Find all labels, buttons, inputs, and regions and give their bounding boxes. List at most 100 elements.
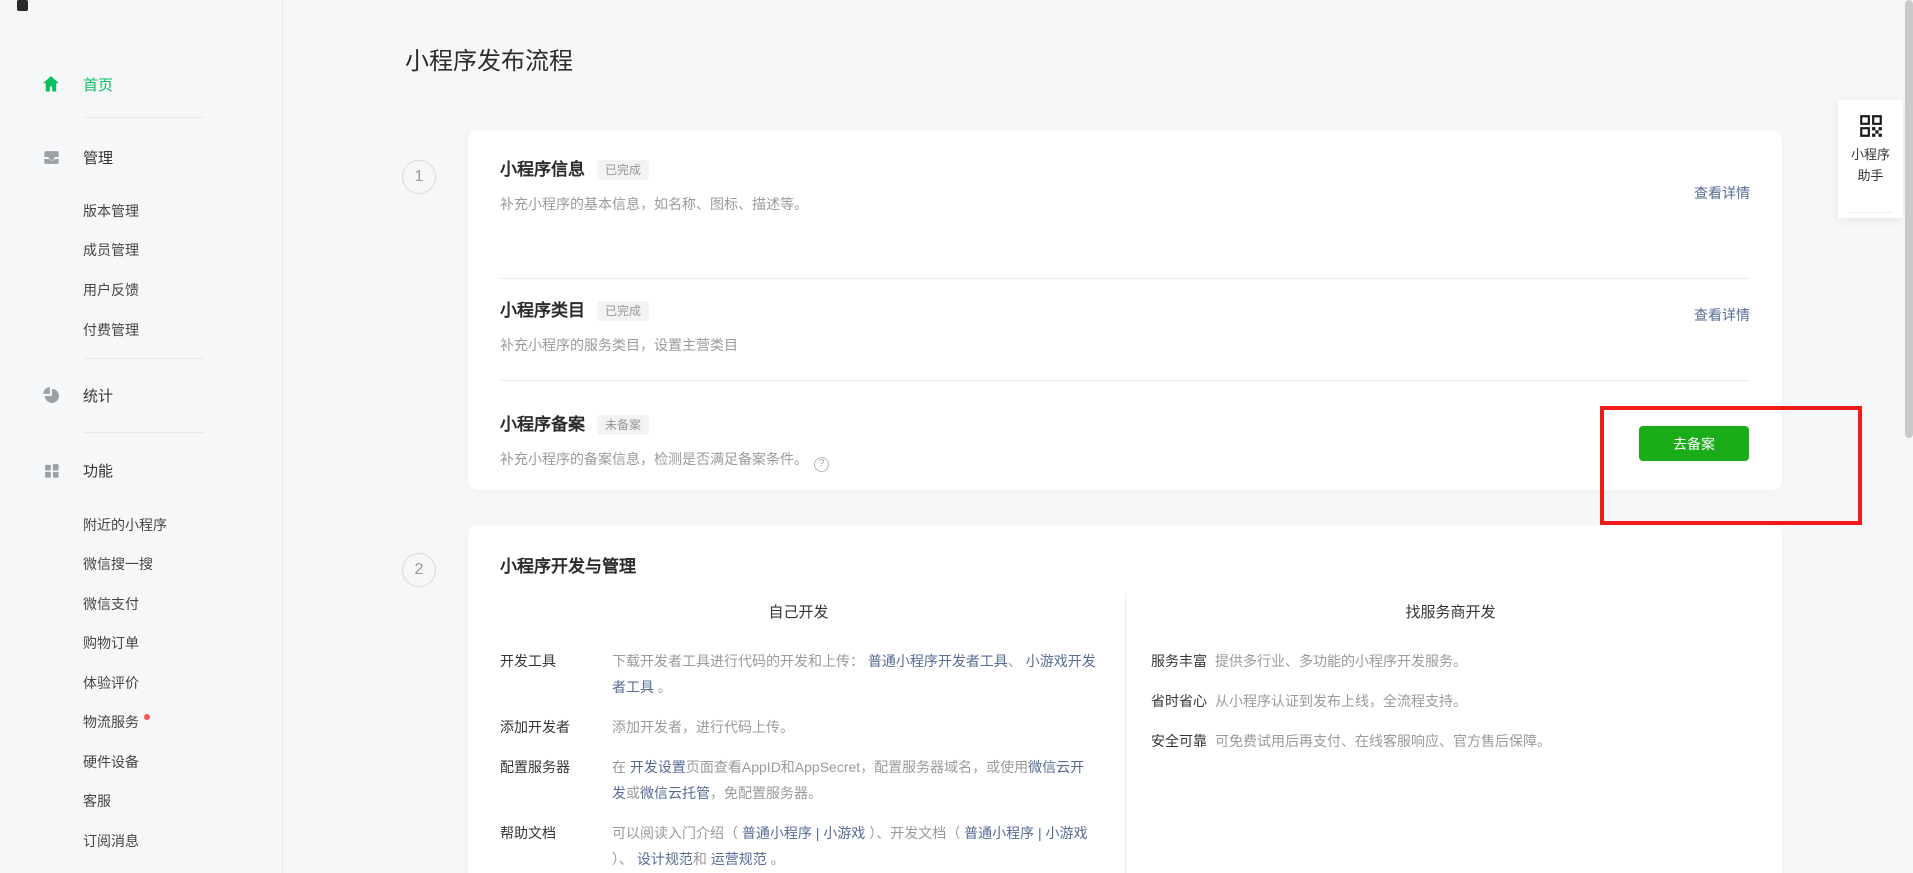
row-desc-text: 补充小程序的备案信息，检测是否满足备案条件。	[500, 451, 808, 467]
assistant-divider	[1848, 212, 1893, 213]
info-desc: 从小程序认证到发布上线，全流程支持。	[1215, 688, 1750, 714]
self-develop-column: 自己开发 开发工具 下载开发者工具进行代码的开发和上传： 普通小程序开发者工具、…	[500, 593, 1125, 873]
info-desc: 添加开发者，进行代码上传。	[612, 714, 1097, 740]
sidebar-sub-label: 订阅消息	[83, 831, 139, 851]
row-desc: 补充小程序的服务类目，设置主营类目	[500, 335, 1750, 355]
inline-link[interactable]: 设计规范	[637, 851, 693, 867]
sidebar-item-experience-review[interactable]: 体验评价	[83, 673, 139, 693]
sidebar-item-home[interactable]: 首页	[0, 71, 283, 97]
assistant-label-line2: 助手	[1857, 165, 1883, 186]
row-desc: 补充小程序的备案信息，检测是否满足备案条件。?	[500, 449, 1750, 472]
save-time-row: 省时省心 从小程序认证到发布上线，全流程支持。	[1151, 688, 1750, 714]
sidebar-item-customer-service[interactable]: 客服	[83, 791, 111, 811]
miniprogram-info-row: 小程序信息 已完成 补充小程序的基本信息，如名称、图标、描述等。 查看详情	[500, 130, 1750, 278]
inline-link[interactable]: 微信云托管	[640, 785, 710, 801]
row-title: 小程序类目 已完成	[500, 299, 1750, 323]
info-label: 帮助文档	[500, 820, 612, 872]
sidebar-item-logistics-service[interactable]: 物流服务	[83, 712, 150, 732]
sidebar-item-label: 首页	[83, 74, 113, 95]
view-details-link[interactable]: 查看详情	[1694, 305, 1750, 325]
sidebar: 首页 管理 版本管理 成员管理 用户反馈 付费管理 统计 功能 附近的小程	[0, 0, 283, 873]
rich-service-row: 服务丰富 提供多行业、多功能的小程序开发服务。	[1151, 648, 1750, 674]
sidebar-item-label: 功能	[83, 460, 113, 481]
sidebar-divider	[84, 432, 204, 433]
sidebar-sub-label: 物流服务	[83, 712, 139, 732]
inline-link[interactable]: 普通小程序开发者工具	[868, 653, 1008, 669]
sidebar-sub-label: 体验评价	[83, 673, 139, 693]
step2-card: 小程序开发与管理 自己开发 开发工具 下载开发者工具进行代码的开发和上传： 普通…	[468, 525, 1782, 873]
sidebar-sub-label: 微信搜一搜	[83, 554, 153, 574]
step2-title: 小程序开发与管理	[500, 525, 1750, 579]
miniprogram-info-title: 小程序信息	[500, 158, 585, 182]
sidebar-item-features[interactable]: 功能	[0, 457, 283, 483]
go-beian-button[interactable]: 去备案	[1639, 426, 1749, 461]
inbox-icon	[41, 147, 61, 167]
info-desc: 在 开发设置页面查看AppID和AppSecret，配置服务器域名，或使用微信云…	[612, 754, 1097, 806]
home-icon	[41, 74, 61, 94]
step-number-1: 1	[402, 160, 436, 194]
app-root: 首页 管理 版本管理 成员管理 用户反馈 付费管理 统计 功能 附近的小程	[0, 0, 1913, 873]
status-badge: 未备案	[597, 415, 649, 435]
view-details-link[interactable]: 查看详情	[1694, 183, 1750, 203]
config-server-row: 配置服务器 在 开发设置页面查看AppID和AppSecret，配置服务器域名，…	[500, 754, 1097, 806]
info-desc: 可免费试用后再支付、在线客服响应、官方售后保障。	[1215, 728, 1750, 754]
sidebar-item-nearby-miniprogram[interactable]: 附近的小程序	[83, 515, 167, 535]
inline-link[interactable]: 开发设置	[630, 759, 686, 775]
sidebar-item-user-feedback[interactable]: 用户反馈	[83, 280, 139, 300]
row-title: 小程序备案 未备案	[500, 413, 1750, 437]
assistant-label-line1: 小程序	[1851, 144, 1890, 165]
dev-columns: 自己开发 开发工具 下载开发者工具进行代码的开发和上传： 普通小程序开发者工具、…	[500, 593, 1750, 873]
info-label: 配置服务器	[500, 754, 612, 806]
sidebar-item-label: 管理	[83, 147, 113, 168]
inline-link[interactable]: 普通小程序 | 小游戏	[964, 825, 1087, 841]
sidebar-sub-label: 客服	[83, 791, 111, 811]
sidebar-sub-label: 微信支付	[83, 594, 139, 614]
help-icon[interactable]: ?	[814, 457, 829, 472]
help-docs-row: 帮助文档 可以阅读入门介绍（ 普通小程序 | 小游戏 ）、开发文档（ 普通小程序…	[500, 820, 1097, 872]
miniprogram-assistant-panel[interactable]: 小程序 助手	[1838, 100, 1903, 218]
sidebar-sub-label: 附近的小程序	[83, 515, 167, 535]
sidebar-item-manage[interactable]: 管理	[0, 144, 283, 170]
sidebar-item-wechat-search[interactable]: 微信搜一搜	[83, 554, 153, 574]
miniprogram-category-row: 小程序类目 已完成 补充小程序的服务类目，设置主营类目 查看详情	[500, 278, 1750, 380]
sidebar-item-version-manage[interactable]: 版本管理	[83, 201, 139, 221]
add-developer-row: 添加开发者 添加开发者，进行代码上传。	[500, 714, 1097, 740]
inline-link[interactable]: 普通小程序 | 小游戏	[742, 825, 865, 841]
sidebar-item-subscribe-message[interactable]: 订阅消息	[83, 831, 139, 851]
sidebar-divider	[84, 358, 204, 359]
sidebar-item-shopping-orders[interactable]: 购物订单	[83, 633, 139, 653]
miniprogram-category-title: 小程序类目	[500, 299, 585, 323]
sidebar-sub-label: 成员管理	[83, 240, 139, 260]
sidebar-item-member-manage[interactable]: 成员管理	[83, 240, 139, 260]
service-provider-column: 找服务商开发 服务丰富 提供多行业、多功能的小程序开发服务。 省时省心 从小程序…	[1125, 593, 1750, 873]
sidebar-item-label: 统计	[83, 385, 113, 406]
sidebar-sub-label: 购物订单	[83, 633, 139, 653]
sidebar-item-hardware-device[interactable]: 硬件设备	[83, 752, 139, 772]
status-badge: 已完成	[597, 160, 649, 180]
sidebar-item-wechat-pay[interactable]: 微信支付	[83, 594, 139, 614]
row-desc: 补充小程序的基本信息，如名称、图标、描述等。	[500, 194, 1750, 214]
info-label: 服务丰富	[1151, 648, 1215, 674]
sidebar-divider	[84, 117, 204, 118]
grid-icon	[41, 460, 61, 480]
info-desc: 下载开发者工具进行代码的开发和上传： 普通小程序开发者工具、 小游戏开发者工具 …	[612, 648, 1097, 700]
info-desc: 可以阅读入门介绍（ 普通小程序 | 小游戏 ）、开发文档（ 普通小程序 | 小游…	[612, 820, 1097, 872]
info-desc: 提供多行业、多功能的小程序开发服务。	[1215, 648, 1750, 674]
sidebar-item-paid-manage[interactable]: 付费管理	[83, 320, 139, 340]
sidebar-sub-label: 硬件设备	[83, 752, 139, 772]
info-label: 安全可靠	[1151, 728, 1215, 754]
page-title: 小程序发布流程	[405, 44, 573, 80]
sidebar-sub-label: 版本管理	[83, 201, 139, 221]
service-provider-header: 找服务商开发	[1151, 601, 1750, 622]
info-label: 添加开发者	[500, 714, 612, 740]
inline-link[interactable]: 运营规范	[711, 851, 767, 867]
vertical-scrollbar[interactable]	[1905, 0, 1913, 438]
notification-dot	[144, 714, 150, 720]
step1-card: 小程序信息 已完成 补充小程序的基本信息，如名称、图标、描述等。 查看详情 小程…	[468, 130, 1782, 490]
pie-chart-icon	[41, 385, 61, 405]
sidebar-item-stats[interactable]: 统计	[0, 382, 283, 408]
self-develop-header: 自己开发	[500, 601, 1097, 622]
safe-reliable-row: 安全可靠 可免费试用后再支付、在线客服响应、官方售后保障。	[1151, 728, 1750, 754]
status-badge: 已完成	[597, 301, 649, 321]
dev-tools-row: 开发工具 下载开发者工具进行代码的开发和上传： 普通小程序开发者工具、 小游戏开…	[500, 648, 1097, 700]
